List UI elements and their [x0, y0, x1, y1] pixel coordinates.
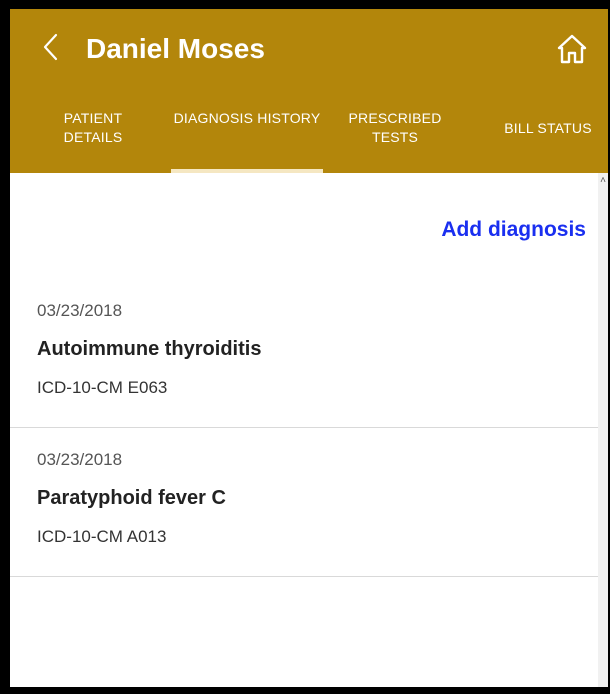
diagnosis-item[interactable]: 03/23/2018 Paratyphoid fever C ICD-10-CM… [10, 428, 598, 577]
tab-bill-status[interactable]: BILL STATUS [488, 101, 608, 173]
diagnosis-code: ICD-10-CM A013 [37, 527, 167, 546]
app-header: Daniel Moses PATIENT DETAILS DIAGNOSIS H… [10, 9, 608, 173]
back-button[interactable] [36, 25, 68, 69]
tab-label: BILL STATUS [504, 120, 592, 136]
tab-diagnosis-history[interactable]: DIAGNOSIS HISTORY [171, 101, 323, 173]
home-icon [557, 34, 587, 64]
home-button[interactable] [552, 29, 592, 69]
tab-prescribed-tests[interactable]: PRESCRIBED TESTS [340, 101, 450, 173]
tab-label: PATIENT DETAILS [63, 110, 123, 145]
active-tab-indicator [171, 169, 323, 173]
patient-name-title: Daniel Moses [86, 33, 265, 64]
diagnosis-date: 03/23/2018 [37, 450, 123, 469]
tab-patient-details[interactable]: PATIENT DETAILS [38, 101, 148, 173]
diagnosis-list: 03/23/2018 Autoimmune thyroiditis ICD-10… [10, 279, 598, 577]
add-diagnosis-link[interactable]: Add diagnosis [414, 215, 586, 245]
app-window: Daniel Moses PATIENT DETAILS DIAGNOSIS H… [10, 9, 608, 687]
vertical-scrollbar[interactable]: ˄ [598, 173, 608, 687]
tab-bar: PATIENT DETAILS DIAGNOSIS HISTORY PRESCR… [10, 101, 608, 173]
tab-label: PRESCRIBED TESTS [348, 110, 442, 145]
chevron-left-icon [43, 33, 58, 61]
scroll-up-arrow-icon[interactable]: ˄ [599, 176, 607, 186]
diagnosis-name: Paratyphoid fever C [37, 487, 226, 509]
diagnosis-name: Autoimmune thyroiditis [37, 338, 262, 360]
tab-label: DIAGNOSIS HISTORY [173, 110, 321, 126]
diagnosis-item[interactable]: 03/23/2018 Autoimmune thyroiditis ICD-10… [10, 279, 598, 428]
diagnosis-code: ICD-10-CM E063 [37, 378, 168, 397]
diagnosis-date: 03/23/2018 [37, 301, 123, 320]
